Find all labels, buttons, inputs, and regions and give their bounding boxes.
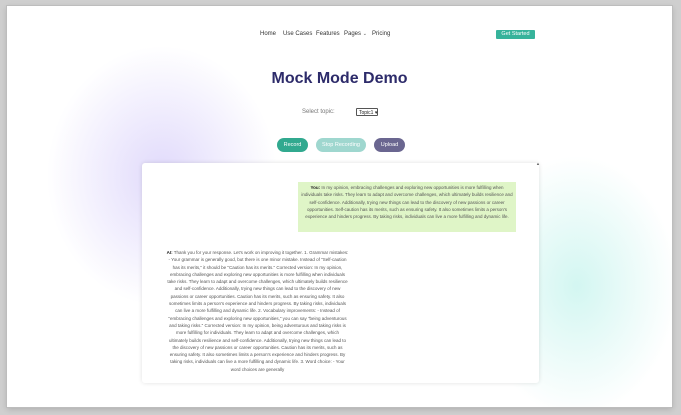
upload-button[interactable]: Upload [374,138,405,152]
nav-pricing-link[interactable]: Pricing [372,31,390,37]
nav-use-cases-link[interactable]: Use Cases [283,31,312,37]
chevron-down-icon: ⌄ [362,31,367,37]
nav-home-link[interactable]: Home [260,31,276,37]
nav-pages-label: Pages [344,31,362,37]
ai-message: AI: Thank you for your response. Let's w… [166,249,349,385]
ai-message-text: Thank you for your response. Let's work … [167,250,349,372]
stop-recording-button[interactable]: Stop Recording [316,138,366,152]
ai-speaker-label: AI: [166,250,173,255]
user-message-text: In my opinion, embracing challenges and … [301,185,513,220]
record-button[interactable]: Record [277,138,308,152]
user-message: You: In my opinion, embracing challenges… [298,182,516,232]
nav-pages-link[interactable]: Pages ⌄ [344,31,367,37]
get-started-button[interactable]: Get Started [496,30,535,39]
user-speaker-label: You: [310,185,321,190]
topic-label: Select topic: [302,109,335,115]
topic-select[interactable]: Topic1 ▾ [356,108,378,116]
scroll-up-icon[interactable]: ▲ [536,161,540,166]
page-title: Mock Mode Demo [271,70,408,87]
top-nav: Home Use Cases Features Pages ⌄ Pricing … [7,6,672,39]
app-window: Home Use Cases Features Pages ⌄ Pricing … [7,6,672,407]
nav-features-link[interactable]: Features [316,31,340,37]
